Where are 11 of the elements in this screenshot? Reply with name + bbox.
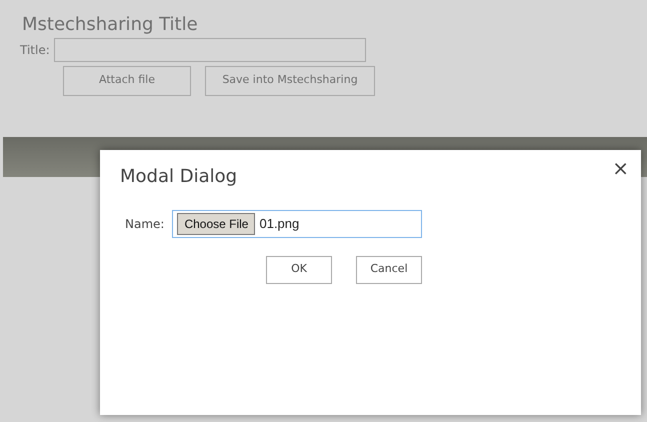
close-button[interactable]: × bbox=[612, 158, 629, 178]
field-label: Name: bbox=[125, 216, 164, 233]
choose-file-button[interactable]: Choose File bbox=[177, 212, 256, 235]
file-input[interactable]: Choose File 01.png bbox=[172, 210, 422, 238]
title-field[interactable] bbox=[54, 38, 366, 62]
file-name: 01.png bbox=[259, 214, 300, 233]
dialog-title: Modal Dialog bbox=[120, 166, 238, 188]
ok-button[interactable]: OK bbox=[266, 256, 332, 284]
field-label: Title: bbox=[20, 42, 50, 59]
page-heading: Mstechsharing Title bbox=[22, 14, 199, 36]
cancel-button[interactable]: Cancel bbox=[356, 256, 422, 284]
